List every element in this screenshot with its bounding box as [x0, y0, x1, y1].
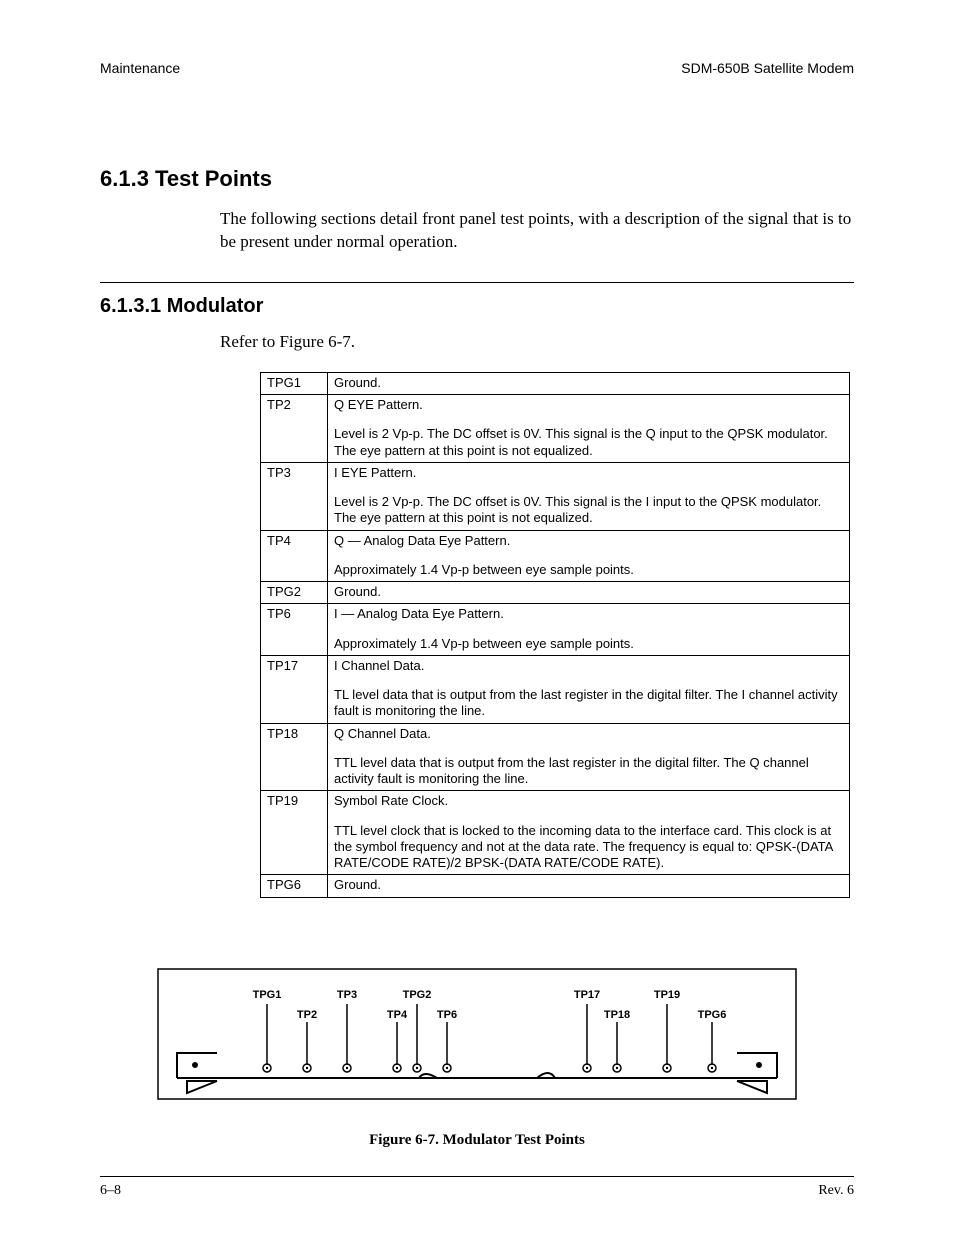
header-right: SDM-650B Satellite Modem	[681, 60, 854, 76]
table-row: TP19Symbol Rate Clock.TTL level clock th…	[261, 791, 850, 875]
tp-desc-cell: I EYE Pattern.Level is 2 Vp-p. The DC of…	[328, 462, 850, 530]
table-row: TP6I — Analog Data Eye Pattern.Approxima…	[261, 604, 850, 656]
figure-tp-label: TP19	[654, 989, 680, 1001]
tp-label-cell: TP17	[261, 655, 328, 723]
footer-left: 6–8	[100, 1183, 121, 1199]
tp-desc-cell: Symbol Rate Clock.TTL level clock that i…	[328, 791, 850, 875]
header-left: Maintenance	[100, 60, 180, 76]
footer: 6–8 Rev. 6	[100, 1183, 854, 1199]
table-row: TP4Q — Analog Data Eye Pattern.Approxima…	[261, 530, 850, 582]
tp-label-cell: TP18	[261, 723, 328, 791]
tp-desc-cell: Q — Analog Data Eye Pattern.Approximatel…	[328, 530, 850, 582]
table-row: TP18Q Channel Data.TTL level data that i…	[261, 723, 850, 791]
figure-tp-label: TP2	[297, 1009, 317, 1021]
figure-tp-label: TPG1	[253, 989, 282, 1001]
test-points-table: TPG1Ground.TP2Q EYE Pattern.Level is 2 V…	[260, 372, 850, 898]
figure: TPG1 TP2 TP3 TP4 TPG2 TP6 TP17 TP18 TP19 TPG6 Fig…	[100, 968, 854, 1149]
table-row: TPG6Ground.	[261, 875, 850, 897]
tp-desc-cell: I — Analog Data Eye Pattern.Approximatel…	[328, 604, 850, 656]
figure-tp-label: TPG2	[403, 989, 432, 1001]
tp-desc-cell: Ground.	[328, 875, 850, 897]
table-row: TPG2Ground.	[261, 582, 850, 604]
tp-label-cell: TP6	[261, 604, 328, 656]
tp-desc-cell: Ground.	[328, 372, 850, 394]
tp-label-cell: TP3	[261, 462, 328, 530]
figure-caption: Figure 6-7. Modulator Test Points	[100, 1132, 854, 1149]
figure-tp-label: TP3	[337, 989, 357, 1001]
tp-desc-cell: Ground.	[328, 582, 850, 604]
section-paragraph: The following sections detail front pane…	[100, 208, 854, 254]
tp-label-cell: TPG6	[261, 875, 328, 897]
figure-tp-label: TPG6	[698, 1009, 727, 1021]
figure-tp-label: TP17	[574, 989, 600, 1001]
figure-tp-label: TP6	[437, 1009, 457, 1021]
tp-label-cell: TPG2	[261, 582, 328, 604]
footer-right: Rev. 6	[818, 1183, 854, 1199]
modulator-test-points-diagram: TPG1 TP2 TP3 TP4 TPG2 TP6 TP17 TP18 TP19 TPG6	[157, 968, 797, 1113]
figure-tp-label: TP18	[604, 1009, 630, 1021]
footer-rule	[100, 1176, 854, 1177]
table-row: TP2Q EYE Pattern.Level is 2 Vp-p. The DC…	[261, 395, 850, 463]
tp-label-cell: TPG1	[261, 372, 328, 394]
subsection-reference: Refer to Figure 6-7.	[100, 332, 854, 352]
figure-tp-label: TP4	[387, 1009, 408, 1021]
table-row: TP17I Channel Data.TL level data that is…	[261, 655, 850, 723]
tp-label-cell: TP19	[261, 791, 328, 875]
tp-desc-cell: Q Channel Data.TTL level data that is ou…	[328, 723, 850, 791]
divider	[100, 282, 854, 283]
tp-label-cell: TP4	[261, 530, 328, 582]
tp-desc-cell: I Channel Data.TL level data that is out…	[328, 655, 850, 723]
table-row: TPG1Ground.	[261, 372, 850, 394]
tp-desc-cell: Q EYE Pattern.Level is 2 Vp-p. The DC of…	[328, 395, 850, 463]
section-heading: 6.1.3 Test Points	[100, 166, 854, 192]
tp-label-cell: TP2	[261, 395, 328, 463]
subsection-heading: 6.1.3.1 Modulator	[100, 295, 854, 318]
running-head: Maintenance SDM-650B Satellite Modem	[100, 60, 854, 76]
table-row: TP3I EYE Pattern.Level is 2 Vp-p. The DC…	[261, 462, 850, 530]
